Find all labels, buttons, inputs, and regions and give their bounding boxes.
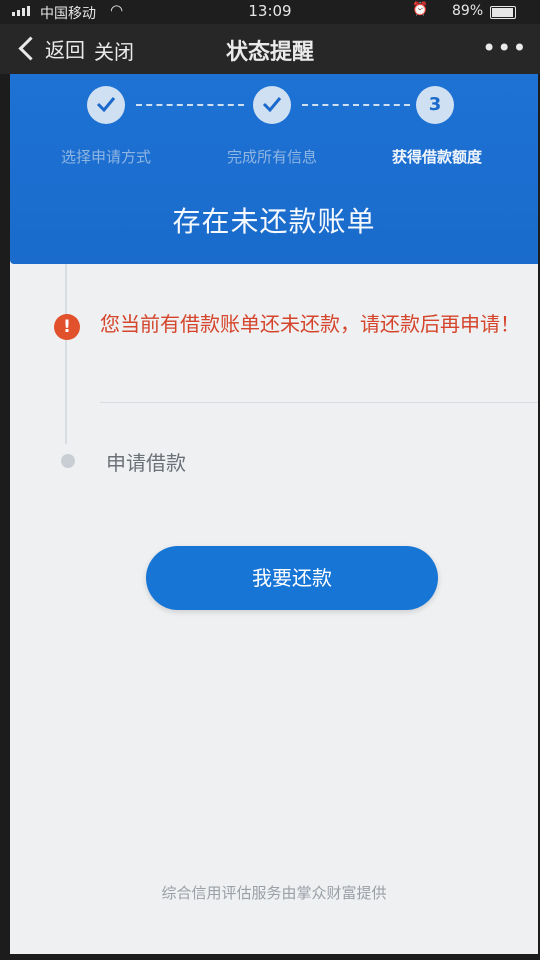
page-title: 状态提醒 [225, 40, 314, 65]
footer-note: 综合信用评估服务由掌众财富提供 [161, 884, 387, 902]
timeline-item-apply: 申请借款 [106, 451, 186, 475]
step-2-check-icon [253, 86, 291, 124]
content-area: 3 选择申请方式 完成所有信息 获得借款额度 存在未还款账单 ! 您当前有借款账… [10, 74, 538, 954]
status-bar: 中国移动 ◠ 13:09 ⏰ 89% [0, 0, 540, 24]
battery-icon [490, 6, 516, 19]
timeline-dot [61, 454, 75, 468]
repay-button[interactable]: 我要还款 [146, 546, 438, 610]
step-connector-1 [136, 104, 244, 106]
step-3-number: 3 [416, 86, 454, 124]
status-title: 存在未还款账单 [172, 205, 376, 238]
step-1-check-icon [87, 86, 125, 124]
battery-percent: 89% [452, 3, 484, 19]
divider [100, 402, 538, 403]
nav-bar: 返回 关闭 状态提醒 ••• [0, 24, 540, 74]
step-2-label: 完成所有信息 [226, 148, 317, 166]
step-1-label: 选择申请方式 [60, 148, 151, 166]
step-3-label: 获得借款额度 [391, 148, 482, 166]
more-menu-button[interactable]: ••• [482, 34, 527, 62]
step-connector-2 [302, 104, 410, 106]
progress-header: 3 选择申请方式 完成所有信息 获得借款额度 存在未还款账单 [10, 74, 538, 264]
exclamation-icon: ! [54, 314, 80, 340]
alarm-icon: ⏰ [412, 2, 429, 17]
timeline-line [65, 264, 67, 444]
alert-message: 您当前有借款账单还未还款，请还款后再申请！ [100, 312, 520, 336]
